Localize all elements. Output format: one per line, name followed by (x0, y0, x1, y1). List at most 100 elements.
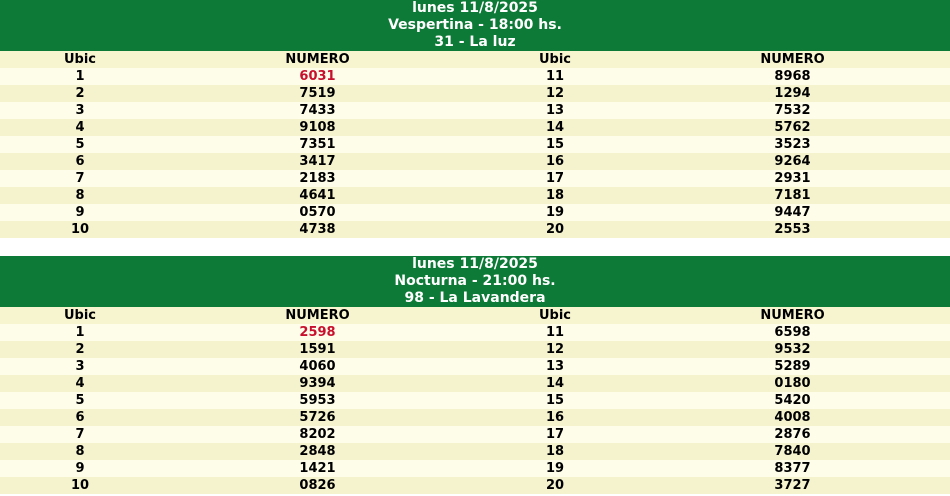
head-number-cell: 2598 (299, 325, 336, 340)
table-row: 1 6031 11 8968 (0, 68, 950, 85)
position-cell: 7 (75, 171, 85, 186)
position-cell: 17 (545, 171, 565, 186)
position-cell: 6 (75, 410, 85, 425)
position-cell: 16 (545, 154, 565, 169)
number-cell: 5726 (299, 410, 336, 425)
table-row: 4 9394 14 0180 (0, 375, 950, 392)
number-cell: 4738 (299, 222, 336, 237)
number-cell: 8968 (774, 69, 811, 84)
draw-header: lunes 11/8/2025 Nocturna - 21:00 hs. 98 - … (0, 256, 950, 307)
position-cell: 5 (75, 137, 85, 152)
number-cell: 2931 (774, 171, 811, 186)
table-row: 8 4641 18 7181 (0, 187, 950, 204)
draw-table: lunes 11/8/2025 Vespertina - 18:00 hs. 31 … (0, 0, 950, 238)
position-cell: 7 (75, 427, 85, 442)
position-cell: 11 (545, 325, 565, 340)
number-cell: 1294 (774, 86, 811, 101)
number-cell: 0180 (774, 376, 811, 391)
number-cell: 7351 (299, 137, 336, 152)
table-row: 2 7519 12 1294 (0, 85, 950, 102)
draw-date: lunes 11/8/2025 (412, 0, 538, 16)
number-cell: 6598 (774, 325, 811, 340)
table-row: 8 2848 18 7840 (0, 443, 950, 460)
table-row: 3 7433 13 7532 (0, 102, 950, 119)
position-cell: 14 (545, 376, 565, 391)
ubic-column-header: Ubic (538, 308, 572, 323)
position-cell: 10 (70, 222, 90, 237)
table-row: 4 9108 14 5762 (0, 119, 950, 136)
number-cell: 5420 (774, 393, 811, 408)
table-row: 6 3417 16 9264 (0, 153, 950, 170)
table-row: 9 0570 19 9447 (0, 204, 950, 221)
table-row: 5 5953 15 5420 (0, 392, 950, 409)
position-cell: 14 (545, 120, 565, 135)
position-cell: 16 (545, 410, 565, 425)
number-cell: 9447 (774, 205, 811, 220)
position-cell: 3 (75, 103, 85, 118)
number-cell: 3727 (774, 478, 811, 493)
number-cell: 2848 (299, 444, 336, 459)
number-cell: 4060 (299, 359, 336, 374)
numero-column-header: NUMERO (285, 308, 350, 323)
number-cell: 1591 (299, 342, 336, 357)
draw-table: lunes 11/8/2025 Nocturna - 21:00 hs. 98 - … (0, 256, 950, 494)
position-cell: 10 (70, 478, 90, 493)
draw-session: Vespertina - 18:00 hs. (388, 17, 562, 33)
column-header-row: Ubic NUMERO Ubic NUMERO (0, 51, 950, 68)
draw-head-number: 98 - La Lavandera (404, 290, 546, 306)
position-cell: 3 (75, 359, 85, 374)
position-cell: 20 (545, 478, 565, 493)
numero-column-header: NUMERO (760, 308, 825, 323)
table-row: 7 8202 17 2876 (0, 426, 950, 443)
table-row: 7 2183 17 2931 (0, 170, 950, 187)
number-cell: 7181 (774, 188, 811, 203)
head-number-cell: 6031 (299, 69, 336, 84)
table-row: 9 1421 19 8377 (0, 460, 950, 477)
draw-header: lunes 11/8/2025 Vespertina - 18:00 hs. 31 … (0, 0, 950, 51)
position-cell: 19 (545, 461, 565, 476)
table-row: 6 5726 16 4008 (0, 409, 950, 426)
number-cell: 5762 (774, 120, 811, 135)
number-cell: 4008 (774, 410, 811, 425)
number-cell: 3417 (299, 154, 336, 169)
number-cell: 3523 (774, 137, 811, 152)
position-cell: 19 (545, 205, 565, 220)
ubic-column-header: Ubic (538, 52, 572, 67)
position-cell: 18 (545, 188, 565, 203)
number-cell: 7840 (774, 444, 811, 459)
position-cell: 4 (75, 120, 85, 135)
position-cell: 9 (75, 461, 85, 476)
table-row: 10 4738 20 2553 (0, 221, 950, 238)
position-cell: 15 (545, 393, 565, 408)
table-row: 1 2598 11 6598 (0, 324, 950, 341)
ubic-column-header: Ubic (63, 308, 97, 323)
numero-column-header: NUMERO (285, 52, 350, 67)
number-cell: 9264 (774, 154, 811, 169)
number-cell: 7519 (299, 86, 336, 101)
position-cell: 4 (75, 376, 85, 391)
number-cell: 0570 (299, 205, 336, 220)
position-cell: 9 (75, 205, 85, 220)
table-row: 5 7351 15 3523 (0, 136, 950, 153)
table-row: 3 4060 13 5289 (0, 358, 950, 375)
number-cell: 9394 (299, 376, 336, 391)
position-cell: 2 (75, 342, 85, 357)
number-cell: 5953 (299, 393, 336, 408)
position-cell: 17 (545, 427, 565, 442)
number-cell: 8377 (774, 461, 811, 476)
numero-column-header: NUMERO (760, 52, 825, 67)
position-cell: 11 (545, 69, 565, 84)
table-row: 10 0826 20 3727 (0, 477, 950, 494)
number-cell: 2553 (774, 222, 811, 237)
position-cell: 2 (75, 86, 85, 101)
position-cell: 20 (545, 222, 565, 237)
position-cell: 1 (75, 325, 85, 340)
number-cell: 9108 (299, 120, 336, 135)
position-cell: 15 (545, 137, 565, 152)
position-cell: 6 (75, 154, 85, 169)
position-cell: 8 (75, 444, 85, 459)
position-cell: 8 (75, 188, 85, 203)
position-cell: 12 (545, 342, 565, 357)
position-cell: 18 (545, 444, 565, 459)
number-cell: 5289 (774, 359, 811, 374)
